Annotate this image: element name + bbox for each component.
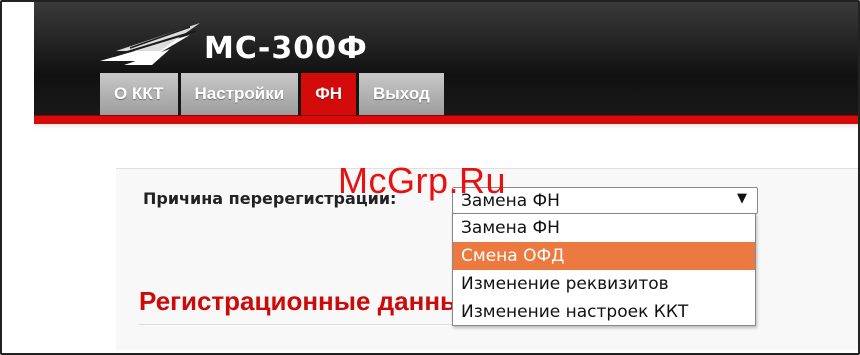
section-divider <box>139 324 452 325</box>
tab-about-kkt[interactable]: О ККТ <box>100 73 178 115</box>
tab-fn[interactable]: ФН <box>301 73 357 115</box>
tab-settings[interactable]: Настройки <box>180 73 299 115</box>
dropdown-option-change-ofd[interactable]: Смена ОФД <box>453 242 755 270</box>
logo: МС-300Ф <box>100 18 368 70</box>
tab-exit[interactable]: Выход <box>359 73 444 115</box>
chevron-down-icon: ▼ <box>737 191 747 206</box>
main-nav: О ККТ Настройки ФН Выход <box>100 73 444 115</box>
dropdown-option-replace-fn[interactable]: Замена ФН <box>453 214 755 242</box>
reason-dropdown-list: Замена ФН Смена ОФД Изменение реквизитов… <box>452 213 756 326</box>
dropdown-option-change-kkt-settings[interactable]: Изменение настроек ККТ <box>453 298 755 326</box>
dropdown-option-change-requisites[interactable]: Изменение реквизитов <box>453 270 755 298</box>
header-accent-bar <box>34 115 858 124</box>
logo-wings-icon <box>100 23 200 65</box>
logo-text: МС-300Ф <box>204 30 368 66</box>
watermark: McGrp.Ru <box>338 160 507 201</box>
header-shadow <box>34 124 858 129</box>
section-title: Регистрационные данные <box>139 286 452 316</box>
